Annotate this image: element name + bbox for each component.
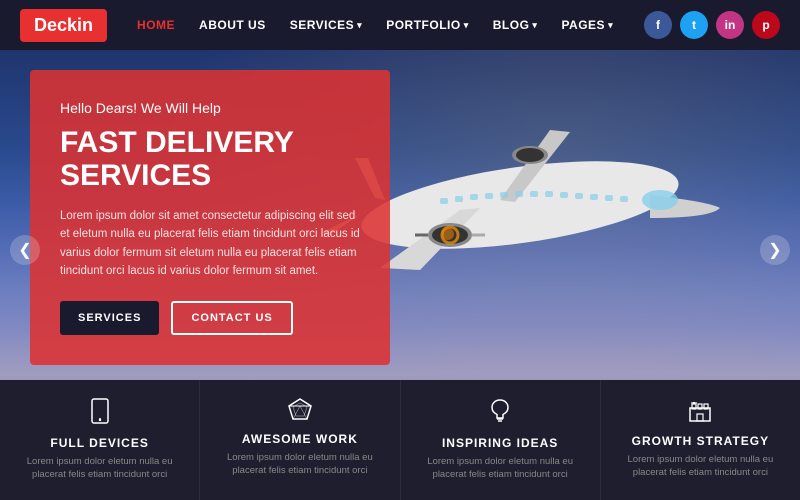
contact-button[interactable]: CONTACT US (171, 301, 292, 335)
twitter-link[interactable]: t (680, 11, 708, 39)
navigation: HOME ABOUT US SERVICES ▾ PORTFOLIO ▾ BLO… (137, 18, 644, 32)
hero-card: Hello Dears! We Will Help FAST DELIVERYS… (30, 70, 390, 365)
nav-pages[interactable]: PAGES ▾ (561, 18, 613, 32)
next-slide-button[interactable]: ❯ (760, 235, 790, 265)
chevron-down-icon: ▾ (464, 20, 469, 31)
services-button[interactable]: SERVICES (60, 301, 159, 335)
feature-desc-0: Lorem ipsum dolor eletum nulla eu placer… (20, 455, 179, 482)
nav-blog[interactable]: BLOG ▾ (493, 18, 538, 32)
feature-title-3: GROWTH STRATEGY (632, 434, 769, 448)
hero-buttons: SERVICES CONTACT US (60, 301, 360, 335)
nav-portfolio[interactable]: PORTFOLIO ▾ (386, 18, 469, 32)
feature-full-devices: FULL DEVICES Lorem ipsum dolor eletum nu… (0, 380, 200, 500)
logo[interactable]: Deckin (20, 9, 107, 42)
feature-title-2: INSPIRING IDEAS (442, 436, 558, 450)
pinterest-link[interactable]: p (752, 11, 780, 39)
mobile-icon (89, 398, 111, 430)
feature-desc-1: Lorem ipsum dolor eletum nulla eu placer… (220, 451, 379, 478)
chevron-down-icon: ▾ (532, 20, 537, 31)
nav-services[interactable]: SERVICES ▾ (290, 18, 363, 32)
feature-growth-strategy: GROWTH STRATEGY Lorem ipsum dolor eletum… (601, 380, 800, 500)
social-links: f t in p (644, 11, 780, 39)
hero-description: Lorem ipsum dolor sit amet consectetur a… (60, 207, 360, 281)
lightbulb-icon (489, 398, 511, 430)
header: Deckin HOME ABOUT US SERVICES ▾ PORTFOLI… (0, 0, 800, 50)
prev-slide-button[interactable]: ❮ (10, 235, 40, 265)
diamond-icon (287, 398, 313, 426)
facebook-link[interactable]: f (644, 11, 672, 39)
feature-desc-3: Lorem ipsum dolor eletum nulla eu placer… (621, 453, 780, 480)
chevron-down-icon: ▾ (357, 20, 362, 31)
feature-inspiring-ideas: INSPIRING IDEAS Lorem ipsum dolor eletum… (401, 380, 601, 500)
feature-desc-2: Lorem ipsum dolor eletum nulla eu placer… (421, 455, 580, 482)
chevron-down-icon: ▾ (608, 20, 613, 31)
instagram-link[interactable]: in (716, 11, 744, 39)
features-bar: FULL DEVICES Lorem ipsum dolor eletum nu… (0, 380, 800, 500)
hero-title: FAST DELIVERYSERVICES (60, 126, 360, 192)
castle-icon (687, 398, 713, 428)
feature-title-0: FULL DEVICES (50, 436, 148, 450)
feature-awesome-work: AWESOME WORK Lorem ipsum dolor eletum nu… (200, 380, 400, 500)
nav-about[interactable]: ABOUT US (199, 18, 266, 32)
hero-subtitle: Hello Dears! We Will Help (60, 100, 360, 116)
nav-home[interactable]: HOME (137, 18, 175, 32)
feature-title-1: AWESOME WORK (242, 432, 358, 446)
